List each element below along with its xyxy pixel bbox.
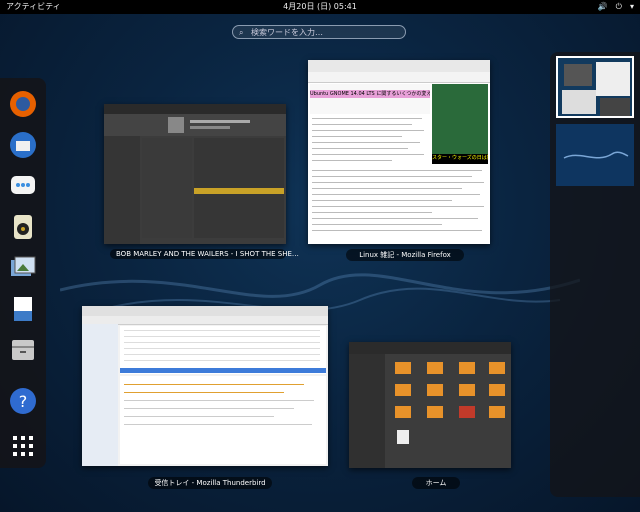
folder-icon[interactable] xyxy=(395,384,411,396)
speaker-icon xyxy=(14,215,32,239)
album-art xyxy=(168,117,184,133)
page-header xyxy=(310,84,430,114)
header-bar xyxy=(349,342,511,354)
window-caption-nautilus: ホーム xyxy=(412,477,460,489)
workspace-1[interactable] xyxy=(556,56,634,118)
chevron-down-icon: ▾ xyxy=(629,2,634,11)
ad-text: スター・ウォーズの日は好き? xyxy=(432,154,488,164)
folder-icon[interactable] xyxy=(459,406,475,418)
folder-icon[interactable] xyxy=(395,406,411,418)
files-launcher[interactable] xyxy=(7,334,39,366)
svg-text:?: ? xyxy=(19,392,28,411)
playing-row xyxy=(194,188,284,194)
workspace-switcher xyxy=(550,52,640,497)
file-grid xyxy=(385,354,511,468)
sidebar xyxy=(104,136,140,244)
window-caption-rhythmbox: BOB MARLEY AND THE WAILERS - I SHOT THE … xyxy=(110,249,299,259)
toolbar xyxy=(82,316,328,325)
window-caption-thunderbird: 受信トレイ - Mozilla Thunderbird xyxy=(148,477,272,489)
grid-icon xyxy=(13,436,33,456)
window-thunderbird[interactable] xyxy=(82,306,328,466)
message-preview xyxy=(120,376,326,464)
titlebar xyxy=(104,104,286,114)
empathy-launcher[interactable] xyxy=(7,170,39,202)
folder-icon[interactable] xyxy=(489,384,505,396)
folder-icon[interactable] xyxy=(427,384,443,396)
chat-icon xyxy=(11,176,35,194)
help-launcher[interactable]: ? xyxy=(7,385,39,417)
search-placeholder: 検索ワードを入力… xyxy=(251,28,323,37)
dash: ? xyxy=(0,78,46,468)
folder-icon[interactable] xyxy=(427,362,443,374)
writer-launcher[interactable] xyxy=(7,293,39,325)
tab-bar xyxy=(308,60,490,72)
workspace-2[interactable] xyxy=(556,124,634,186)
player-toolbar xyxy=(104,114,286,136)
thunderbird-launcher[interactable] xyxy=(7,129,39,161)
thunderbird-icon xyxy=(10,132,36,158)
firefox-icon xyxy=(10,91,36,117)
workspace-swirl xyxy=(563,151,629,159)
file-cabinet-icon xyxy=(12,340,34,360)
window-nautilus[interactable] xyxy=(349,342,511,468)
power-icon: ⏻ xyxy=(615,2,622,11)
folder-icon[interactable] xyxy=(489,362,505,374)
search-input[interactable]: ⌕ 検索ワードを入力… xyxy=(232,25,406,39)
search-icon: ⌕ xyxy=(239,28,244,37)
file-icon[interactable] xyxy=(397,430,409,444)
clock[interactable]: 4月20日 (日) 05:41 xyxy=(0,0,640,14)
window-firefox[interactable]: Ubuntu GNOME 14.04 LTS に関するいくつかの変え書き スター… xyxy=(308,60,490,244)
firefox-launcher[interactable] xyxy=(7,88,39,120)
folder-icon[interactable] xyxy=(395,362,411,374)
selected-message-row xyxy=(120,368,326,373)
places-sidebar xyxy=(349,354,385,468)
photos-icon xyxy=(11,256,36,276)
window-rhythmbox[interactable] xyxy=(104,104,286,244)
rhythmbox-launcher[interactable] xyxy=(7,211,39,243)
folder-icon[interactable] xyxy=(427,406,443,418)
titlebar xyxy=(82,306,328,316)
top-bar: アクティビティ 4月20日 (日) 05:41 🔊 ⏻ ▾ xyxy=(0,0,640,14)
artist-list xyxy=(142,138,192,238)
message-list xyxy=(120,326,326,374)
page-title: Ubuntu GNOME 14.04 LTS に関するいくつかの変え書き xyxy=(310,90,430,98)
folder-icon[interactable] xyxy=(459,384,475,396)
show-apps-launcher[interactable] xyxy=(7,430,39,462)
shotwell-launcher[interactable] xyxy=(7,252,39,284)
folder-pane xyxy=(82,324,118,466)
folder-icon[interactable] xyxy=(459,362,475,374)
folder-icon[interactable] xyxy=(489,406,505,418)
document-icon xyxy=(14,297,32,321)
ad-banner[interactable]: スター・ウォーズの日は好き? xyxy=(432,84,488,164)
url-bar xyxy=(308,72,490,83)
help-icon: ? xyxy=(10,388,36,414)
window-caption-firefox: Linux 雑記 - Mozilla Firefox xyxy=(346,249,464,261)
system-menu[interactable]: 🔊 ⏻ ▾ xyxy=(598,0,634,14)
speaker-icon: 🔊 xyxy=(597,2,608,11)
